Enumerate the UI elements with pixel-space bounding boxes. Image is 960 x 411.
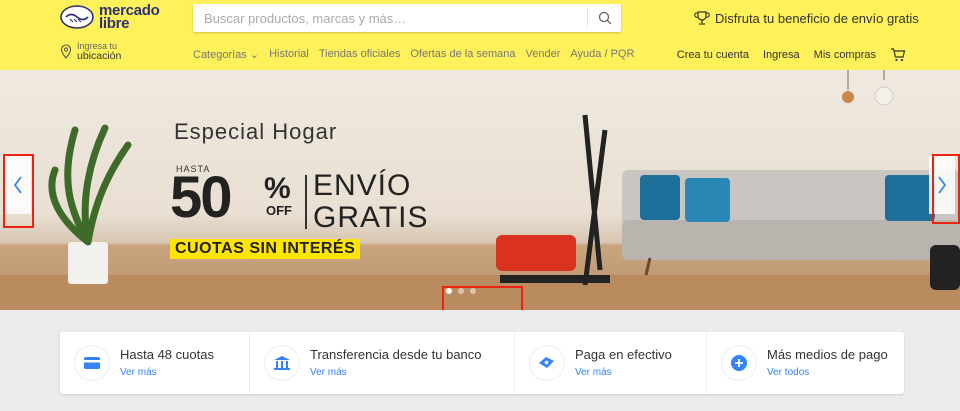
search-button[interactable] [587,8,621,28]
promo-text: Disfruta tu beneficio de envío gratis [715,10,919,26]
hero-banner[interactable]: Especial Hogar HASTA 50 % OFF ENVÍO GRAT… [0,70,960,310]
nav-ayuda[interactable]: Ayuda / PQR [570,48,634,61]
credit-card-icon [74,345,110,381]
trophy-icon [694,11,710,25]
mercadolibre-logo[interactable]: mercado libre [60,3,160,31]
banner-title: Especial Hogar [174,119,338,144]
payment-methods-strip: Hasta 48 cuotas Ver más Transferencia de… [60,332,904,394]
nav-ofertas[interactable]: Ofertas de la semana [410,48,515,61]
payment-mas-medios[interactable]: Más medios de pago Ver todos [707,332,904,394]
cash-icon [529,345,565,381]
banner-envio-gratis: ENVÍO GRATIS [313,170,428,234]
main-nav: Categorías ⌄ Historial Tiendas oficiales… [193,48,644,61]
create-account-link[interactable]: Crea tu cuenta [677,49,749,61]
banner-off: OFF [266,203,292,218]
banner-envio-line2: GRATIS [313,201,429,234]
location-pin-icon [60,44,72,59]
banner-percent-sign: % [264,172,291,205]
payment-cuotas-title: Hasta 48 cuotas [120,346,214,362]
plus-icon [721,345,757,381]
nav-vender[interactable]: Vender [526,48,561,61]
nav-categorias[interactable]: Categorías ⌄ [193,48,259,61]
payment-cuotas[interactable]: Hasta 48 cuotas Ver más [60,332,250,394]
payment-transferencia-link[interactable]: Ver más [310,366,482,380]
payment-efectivo-title: Paga en efectivo [575,346,672,362]
payment-efectivo[interactable]: Paga en efectivo Ver más [515,332,707,394]
payment-mas-medios-title: Más medios de pago [767,346,888,362]
my-purchases-link[interactable]: Mis compras [814,49,876,61]
payment-transferencia-title: Transferencia desde tu banco [310,346,482,362]
login-link[interactable]: Ingresa [763,49,800,61]
handshake-logo-icon [60,5,94,29]
bank-icon [264,345,300,381]
search-input[interactable] [193,4,573,32]
highlight-dots [442,286,523,310]
banner-envio-line1: ENVÍO [313,169,412,202]
banner-percent: 50 [170,165,232,230]
banner-scene-illustration [0,70,960,310]
banner-cuotas-badge: CUOTAS SIN INTERÉS [170,239,361,259]
shipping-promo[interactable]: Disfruta tu beneficio de envío gratis [694,10,919,26]
payment-transferencia[interactable]: Transferencia desde tu banco Ver más [250,332,515,394]
logo-text: mercado libre [99,3,160,31]
payment-cuotas-link[interactable]: Ver más [120,366,214,380]
highlight-next-arrow [932,154,960,224]
highlight-prev-arrow [3,154,34,228]
location-selector[interactable]: Ingresa tu ubicación [60,41,121,62]
banner-divider [305,175,307,229]
user-nav: Crea tu cuenta Ingresa Mis compras [663,48,906,62]
search-icon [598,11,611,25]
nav-historial[interactable]: Historial [269,48,309,61]
location-line2: ubicación [77,50,122,62]
nav-tiendas-oficiales[interactable]: Tiendas oficiales [319,48,401,61]
search-box [193,4,621,32]
payment-mas-medios-link[interactable]: Ver todos [767,366,888,380]
payment-efectivo-link[interactable]: Ver más [575,366,672,380]
header: mercado libre Disfruta tu beneficio de e… [0,0,960,70]
cart-icon[interactable] [890,48,906,62]
